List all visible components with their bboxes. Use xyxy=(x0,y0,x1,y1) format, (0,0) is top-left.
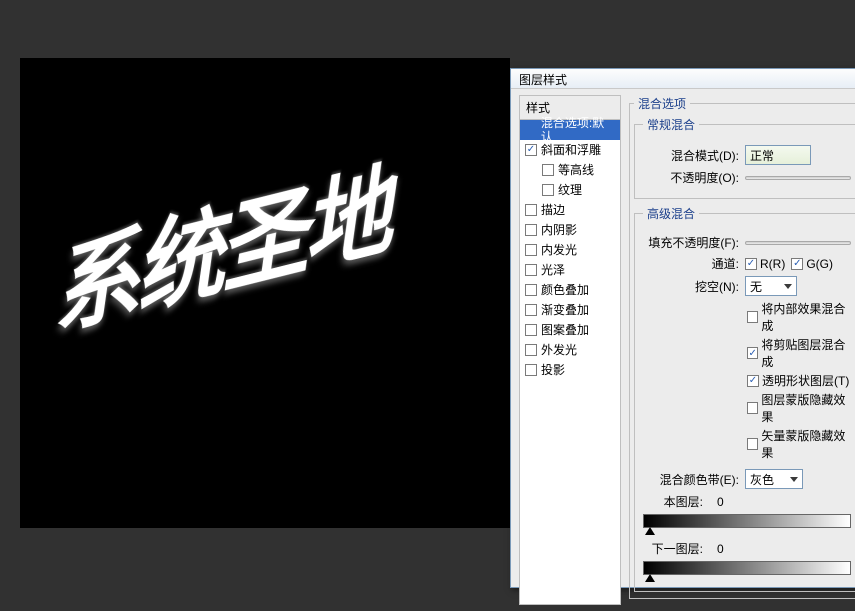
under-layer-label: 下一图层: xyxy=(643,540,703,557)
under-layer-gradient[interactable] xyxy=(643,561,851,575)
chevron-down-icon xyxy=(790,477,798,482)
style-item-5[interactable]: 内阴影 xyxy=(520,220,620,240)
style-item-label: 描边 xyxy=(541,203,565,217)
adv-option-label: 将内部效果混合成 xyxy=(761,300,851,334)
checkbox-icon xyxy=(747,375,759,387)
document-canvas[interactable]: 系统圣地 xyxy=(20,58,510,528)
style-item-label: 内发光 xyxy=(541,243,577,257)
checkbox-icon xyxy=(747,311,758,323)
under-layer-value: 0 xyxy=(717,542,724,556)
channel-r-checkbox[interactable]: R(R) xyxy=(745,257,785,271)
blendif-label: 混合颜色带(E): xyxy=(643,471,739,488)
opacity-slider[interactable] xyxy=(745,176,851,180)
blendif-select[interactable]: 灰色 xyxy=(745,469,803,489)
style-item-label: 等高线 xyxy=(558,163,594,177)
checkbox-icon xyxy=(747,438,758,450)
adv-option-1[interactable]: 将剪贴图层混合成 xyxy=(747,336,851,370)
style-item-9[interactable]: 渐变叠加 xyxy=(520,300,620,320)
style-checkbox[interactable] xyxy=(525,144,537,156)
slider-handle-icon[interactable] xyxy=(645,574,655,582)
style-item-10[interactable]: 图案叠加 xyxy=(520,320,620,340)
advanced-blend-group: 高级混合 填充不透明度(F): 通道: R(R) G(G) 挖空(N): 无 xyxy=(634,205,855,592)
style-item-label: 光泽 xyxy=(541,263,565,277)
knockout-label: 挖空(N): xyxy=(643,278,739,295)
style-checkbox[interactable] xyxy=(525,324,537,336)
style-checkbox[interactable] xyxy=(525,344,537,356)
advanced-blend-legend: 高级混合 xyxy=(643,205,699,222)
style-item-4[interactable]: 描边 xyxy=(520,200,620,220)
style-item-label: 渐变叠加 xyxy=(541,303,589,317)
general-blend-group: 常规混合 混合模式(D): 正常 不透明度(O): xyxy=(634,116,855,199)
slider-handle-icon[interactable] xyxy=(645,527,655,535)
style-item-label: 颜色叠加 xyxy=(541,283,589,297)
style-item-label: 图案叠加 xyxy=(541,323,589,337)
style-item-12[interactable]: 投影 xyxy=(520,360,620,380)
style-checkbox[interactable] xyxy=(542,184,554,196)
style-checkbox[interactable] xyxy=(525,264,537,276)
style-checkbox[interactable] xyxy=(525,224,537,236)
adv-option-4[interactable]: 矢量蒙版隐藏效果 xyxy=(747,427,851,461)
style-item-8[interactable]: 颜色叠加 xyxy=(520,280,620,300)
channel-g-checkbox[interactable]: G(G) xyxy=(791,257,833,271)
style-item-label: 混合选项:默认 xyxy=(541,116,615,144)
blend-options-legend: 混合选项 xyxy=(634,95,690,112)
style-checkbox[interactable] xyxy=(525,304,537,316)
fill-opacity-slider[interactable] xyxy=(745,241,851,245)
style-item-7[interactable]: 光泽 xyxy=(520,260,620,280)
style-item-3[interactable]: 纹理 xyxy=(520,180,620,200)
style-item-label: 内阴影 xyxy=(541,223,577,237)
opacity-label: 不透明度(O): xyxy=(643,169,739,186)
general-blend-legend: 常规混合 xyxy=(643,116,699,133)
adv-option-label: 透明形状图层(T) xyxy=(762,372,849,389)
style-checkbox[interactable] xyxy=(542,164,554,176)
style-checkbox[interactable] xyxy=(525,364,537,376)
blend-options-group: 混合选项 常规混合 混合模式(D): 正常 不透明度(O): xyxy=(629,95,855,599)
blend-mode-select[interactable]: 正常 xyxy=(745,145,811,165)
dialog-title: 图层样式 xyxy=(511,69,855,89)
adv-option-2[interactable]: 透明形状图层(T) xyxy=(747,372,851,389)
style-item-0[interactable]: 混合选项:默认 xyxy=(520,120,620,140)
layer-style-dialog: 图层样式 样式 混合选项:默认斜面和浮雕等高线纹理描边内阴影内发光光泽颜色叠加渐… xyxy=(510,68,855,588)
adv-option-3[interactable]: 图层蒙版隐藏效果 xyxy=(747,391,851,425)
chevron-down-icon xyxy=(784,284,792,289)
checkbox-icon xyxy=(747,347,758,359)
blend-mode-label: 混合模式(D): xyxy=(643,147,739,164)
knockout-select[interactable]: 无 xyxy=(745,276,797,296)
style-checkbox[interactable] xyxy=(525,284,537,296)
this-layer-value: 0 xyxy=(717,495,724,509)
style-item-2[interactable]: 等高线 xyxy=(520,160,620,180)
adv-option-label: 矢量蒙版隐藏效果 xyxy=(761,427,851,461)
adv-option-label: 将剪贴图层混合成 xyxy=(761,336,851,370)
this-layer-gradient[interactable] xyxy=(643,514,851,528)
style-item-6[interactable]: 内发光 xyxy=(520,240,620,260)
fill-opacity-label: 填充不透明度(F): xyxy=(643,234,739,251)
style-checkbox[interactable] xyxy=(525,244,537,256)
adv-option-0[interactable]: 将内部效果混合成 xyxy=(747,300,851,334)
this-layer-label: 本图层: xyxy=(643,493,703,510)
checkbox-icon xyxy=(747,402,758,414)
style-item-label: 斜面和浮雕 xyxy=(541,143,601,157)
styles-list: 样式 混合选项:默认斜面和浮雕等高线纹理描边内阴影内发光光泽颜色叠加渐变叠加图案… xyxy=(519,95,621,605)
channels-label: 通道: xyxy=(643,255,739,272)
style-item-label: 投影 xyxy=(541,363,565,377)
canvas-text: 系统圣地 xyxy=(50,127,407,357)
style-item-label: 外发光 xyxy=(541,343,577,357)
adv-option-label: 图层蒙版隐藏效果 xyxy=(761,391,851,425)
style-item-11[interactable]: 外发光 xyxy=(520,340,620,360)
style-checkbox[interactable] xyxy=(525,204,537,216)
style-item-label: 纹理 xyxy=(558,183,582,197)
